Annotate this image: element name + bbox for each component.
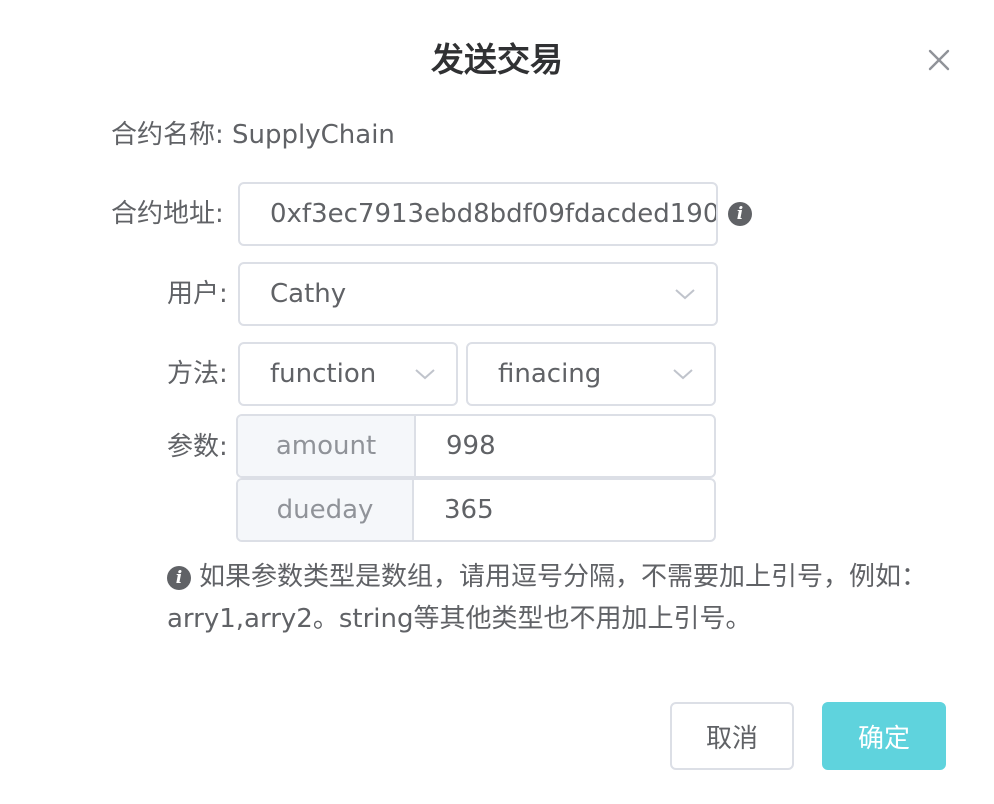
contract-name-row: 合约名称: SupplyChain — [111, 115, 395, 155]
params-hint-text: 如果参数类型是数组，请用逗号分隔，不需要加上引号，例如：arry1,arry2。… — [167, 562, 928, 634]
contract-name-label: 合约名称: — [111, 120, 224, 150]
user-select[interactable]: Cathy — [238, 262, 718, 326]
method-type-value: function — [270, 359, 377, 389]
contract-address-label: 合约地址: — [111, 199, 224, 229]
chevron-down-icon — [675, 289, 695, 300]
contract-address-input[interactable]: 0xf3ec7913ebd8bdf09fdacded190 — [238, 182, 718, 246]
param-value-input[interactable]: 998 — [416, 416, 714, 476]
user-label: 用户: — [167, 279, 228, 309]
dialog-title: 发送交易 — [431, 40, 563, 79]
confirm-button[interactable]: 确定 — [822, 702, 946, 770]
cancel-button[interactable]: 取消 — [670, 702, 794, 770]
param-row-dueday: dueday 365 — [236, 478, 716, 542]
contract-address-value: 0xf3ec7913ebd8bdf09fdacded190 — [270, 199, 718, 229]
method-label: 方法: — [167, 359, 228, 389]
method-name-select[interactable]: finacing — [466, 342, 716, 406]
info-icon[interactable]: i — [728, 202, 752, 226]
param-key: dueday — [238, 480, 414, 540]
method-type-select[interactable]: function — [238, 342, 458, 406]
params-label: 参数: — [167, 432, 228, 462]
contract-name-value: SupplyChain — [232, 120, 395, 150]
close-icon[interactable] — [924, 45, 954, 75]
params-hint: i 如果参数类型是数组，请用逗号分隔，不需要加上引号，例如：arry1,arry2… — [167, 556, 947, 640]
param-row-amount: amount 998 — [236, 414, 716, 478]
send-transaction-dialog: 发送交易 合约名称: SupplyChain 合约地址: 0xf3ec7913e… — [0, 0, 994, 804]
param-key: amount — [238, 416, 416, 476]
param-value-input[interactable]: 365 — [414, 480, 714, 540]
chevron-down-icon — [415, 369, 435, 380]
method-name-value: finacing — [498, 359, 602, 389]
user-select-value: Cathy — [270, 279, 347, 309]
info-icon: i — [167, 566, 191, 590]
chevron-down-icon — [673, 369, 693, 380]
